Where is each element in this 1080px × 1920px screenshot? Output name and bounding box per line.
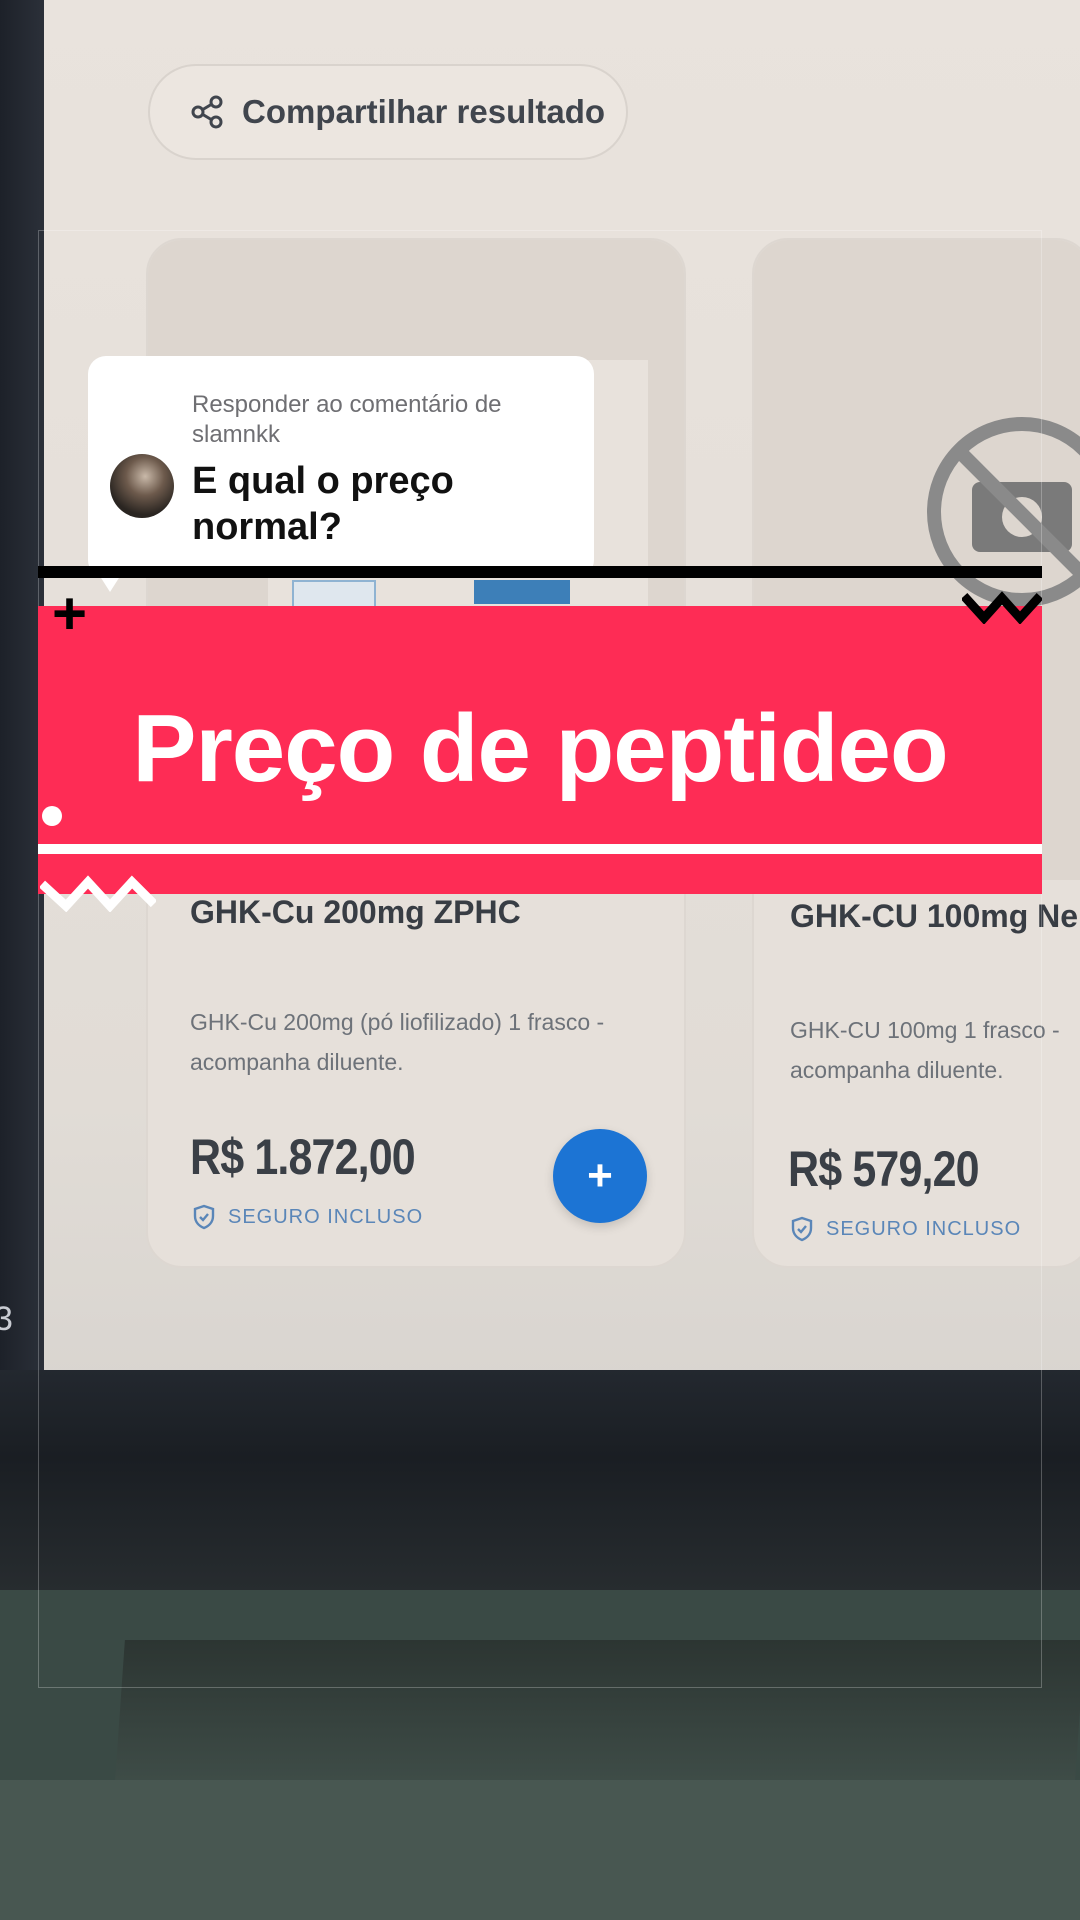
banner-title: Preço de peptideo xyxy=(132,695,948,802)
share-result-button[interactable]: Compartilhar resultado xyxy=(148,64,628,160)
avatar xyxy=(110,454,174,518)
plus-decoration-icon: + xyxy=(52,580,88,647)
insured-badge: SEGURO INCLUSO xyxy=(192,1204,423,1230)
comment-reply-sticker[interactable]: Responder ao comentário de slamnkk E qua… xyxy=(88,356,594,578)
insured-badge: SEGURO INCLUSO xyxy=(790,1216,1021,1242)
add-to-cart-button[interactable]: + xyxy=(553,1129,647,1223)
product-title[interactable]: GHK-CU 100mg Ne xyxy=(790,898,1078,935)
product-price: R$ 1.872,00 xyxy=(190,1129,416,1185)
insured-label: SEGURO INCLUSO xyxy=(826,1217,1022,1240)
monitor-stand xyxy=(115,1640,1080,1780)
product-box-image xyxy=(292,580,376,608)
banner-white-line xyxy=(38,844,1042,854)
plus-icon: + xyxy=(587,1151,613,1200)
product-price: R$ 579,20 xyxy=(788,1141,980,1197)
product-description: GHK-CU 100mg 1 frasco - acompanha diluen… xyxy=(790,1017,1060,1083)
banner-top-line xyxy=(38,566,1042,578)
no-image-icon xyxy=(927,417,1080,607)
monitor-bezel xyxy=(0,1370,1080,1590)
insured-label: SEGURO INCLUSO xyxy=(228,1205,424,1228)
product-box-image xyxy=(474,580,570,604)
product-title[interactable]: GHK-Cu 200mg ZPHC xyxy=(190,894,521,931)
shield-check-icon xyxy=(193,1204,215,1230)
product-description: GHK-Cu 200mg (pó liofilizado) 1 frasco -… xyxy=(190,1009,605,1075)
reply-header: Responder ao comentário de slamnkk xyxy=(192,391,502,448)
reply-comment-text: E qual o preço normal? xyxy=(192,460,454,548)
share-icon xyxy=(191,95,223,129)
shield-check-icon xyxy=(791,1216,813,1242)
desk-surface xyxy=(0,1780,1080,1920)
side-glyph: 3 xyxy=(0,1300,13,1338)
share-result-label: Compartilhar resultado xyxy=(242,93,606,130)
zigzag-decoration-icon xyxy=(962,591,1042,624)
dot-decoration xyxy=(42,806,62,826)
zigzag-decoration-icon xyxy=(40,875,156,912)
